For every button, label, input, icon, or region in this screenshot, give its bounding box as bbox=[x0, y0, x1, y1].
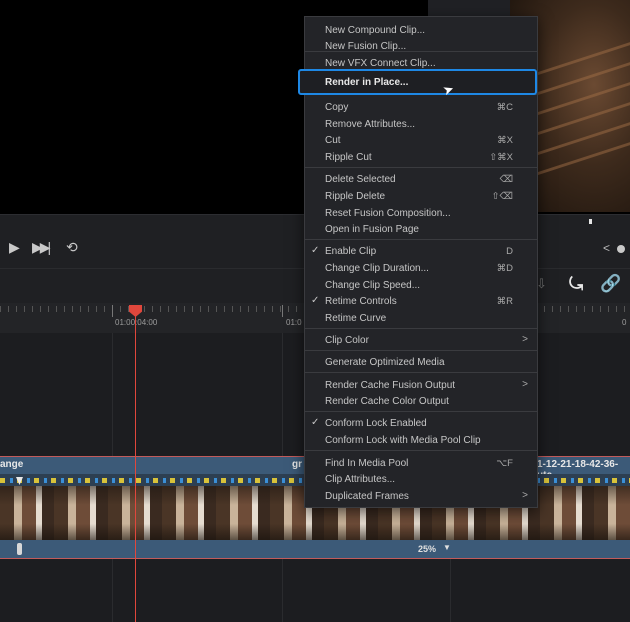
timecode-label: 0 bbox=[622, 318, 627, 327]
menu-separator bbox=[305, 51, 537, 52]
menu-item-render-cache-color-output[interactable]: Render Cache Color Output bbox=[305, 394, 537, 410]
menu-item-ripple-cut[interactable]: Ripple Cut ⇧⌘X bbox=[305, 150, 537, 166]
menu-item-label: Render Cache Color Output bbox=[325, 396, 449, 407]
speed-percent-label[interactable]: 25% bbox=[418, 544, 436, 554]
menu-item-find-in-media-pool[interactable]: Find In Media Pool ⌥F bbox=[305, 456, 537, 472]
menu-item-shortcut: ⌘X bbox=[497, 135, 513, 146]
menu-item-shortcut: ⌘C bbox=[496, 102, 513, 113]
menu-item-shortcut: D bbox=[506, 246, 513, 257]
menu-item-label: Clip Color bbox=[325, 335, 369, 346]
menu-item-label: Delete Selected bbox=[325, 174, 396, 185]
snapping-icon[interactable]: ⤿ bbox=[569, 274, 583, 294]
menu-item-label: Cut bbox=[325, 135, 341, 146]
menu-item-shortcut: ⌫ bbox=[499, 174, 513, 185]
menu-item-label: Conform Lock with Media Pool Clip bbox=[325, 435, 481, 446]
menu-item-label: Change Clip Speed... bbox=[325, 280, 421, 291]
menu-item-change-clip-duration[interactable]: Change Clip Duration... ⌘D bbox=[305, 261, 537, 277]
viewer-divider bbox=[428, 0, 511, 16]
menu-item-change-clip-speed[interactable]: Change Clip Speed... bbox=[305, 278, 537, 294]
jog-dot-icon[interactable] bbox=[617, 245, 625, 253]
menu-item-label: Generate Optimized Media bbox=[325, 357, 445, 368]
menu-separator bbox=[305, 372, 537, 373]
menu-item-label: Copy bbox=[325, 102, 349, 113]
checkmark-icon: ✓ bbox=[311, 417, 320, 428]
retime-speed-bar[interactable] bbox=[0, 540, 630, 559]
menu-item-label: Remove Attributes... bbox=[325, 119, 416, 130]
checkmark-icon: ✓ bbox=[311, 295, 320, 306]
clip-name: gr bbox=[292, 459, 302, 470]
ruler-tick bbox=[282, 305, 283, 317]
menu-item-shortcut: ⇧⌫ bbox=[491, 191, 513, 202]
menu-separator bbox=[305, 328, 537, 329]
timecode-label: 01:00:04:00 bbox=[115, 318, 158, 327]
menu-item-copy[interactable]: Copy ⌘C bbox=[305, 100, 537, 116]
menu-item-retime-controls[interactable]: ✓ Retime Controls ⌘R bbox=[305, 294, 537, 310]
menu-item-generate-optimized-media[interactable]: Generate Optimized Media bbox=[305, 355, 537, 371]
menu-item-cut[interactable]: Cut ⌘X bbox=[305, 133, 537, 149]
menu-item-open-in-fusion-page[interactable]: Open in Fusion Page bbox=[305, 222, 537, 238]
checkmark-icon: ✓ bbox=[311, 245, 320, 256]
menu-item-retime-curve[interactable]: Retime Curve bbox=[305, 311, 537, 327]
menu-item-render-cache-fusion-output[interactable]: Render Cache Fusion Output > bbox=[305, 378, 537, 394]
menu-separator bbox=[305, 411, 537, 412]
menu-item-label: Enable Clip bbox=[325, 246, 377, 257]
chevron-left-icon[interactable]: < bbox=[603, 241, 610, 255]
menu-item-label: New VFX Connect Clip... bbox=[325, 58, 436, 69]
menu-separator bbox=[305, 239, 537, 240]
menu-item-shortcut: ⇧⌘X bbox=[489, 152, 513, 163]
menu-item-reset-fusion-composition[interactable]: Reset Fusion Composition... bbox=[305, 206, 537, 222]
menu-item-remove-attributes[interactable]: Remove Attributes... bbox=[305, 117, 537, 133]
menu-item-shortcut: ⌥F bbox=[496, 458, 513, 469]
menu-item-label: Duplicated Frames bbox=[325, 491, 409, 502]
menu-item-clip-attributes[interactable]: Clip Attributes... bbox=[305, 472, 537, 488]
loop-icon[interactable]: ⟲ bbox=[66, 240, 78, 254]
menu-item-label: Open in Fusion Page bbox=[325, 224, 419, 235]
menu-item-duplicated-frames[interactable]: Duplicated Frames > bbox=[305, 489, 537, 505]
menu-item-render-in-place[interactable]: Render in Place... bbox=[325, 77, 408, 88]
menu-separator bbox=[305, 350, 537, 351]
playhead-line[interactable] bbox=[135, 310, 136, 622]
menu-item-label: Conform Lock Enabled bbox=[325, 418, 427, 429]
menu-item-label: Ripple Delete bbox=[325, 191, 386, 202]
menu-item-new-compound-clip[interactable]: New Compound Clip... bbox=[305, 23, 537, 39]
menu-item-label: New Compound Clip... bbox=[325, 25, 426, 36]
chevron-right-icon: > bbox=[522, 334, 528, 345]
retime-handle[interactable] bbox=[17, 543, 22, 555]
menu-item-shortcut: ⌘D bbox=[496, 263, 513, 274]
menu-item-label: Change Clip Duration... bbox=[325, 263, 429, 274]
menu-item-label: Retime Curve bbox=[325, 313, 387, 324]
link-icon[interactable]: 🔗 bbox=[600, 274, 621, 294]
chevron-down-icon[interactable]: ▼ bbox=[443, 543, 451, 552]
menu-item-label: Reset Fusion Composition... bbox=[325, 208, 451, 219]
timecode-label: 01:0 bbox=[286, 318, 302, 327]
menu-item-label: Render Cache Fusion Output bbox=[325, 380, 456, 391]
next-clip-icon[interactable]: ▶▶| bbox=[32, 240, 51, 254]
menu-item-new-fusion-clip[interactable]: New Fusion Clip... bbox=[305, 39, 537, 55]
menu-item-ripple-delete[interactable]: Ripple Delete ⇧⌫ bbox=[305, 189, 537, 205]
menu-item-label: Retime Controls bbox=[325, 296, 397, 307]
menu-item-label: Ripple Cut bbox=[325, 152, 372, 163]
play-icon[interactable]: ▶ bbox=[9, 240, 20, 254]
menu-item-conform-lock-with-media-pool-clip[interactable]: Conform Lock with Media Pool Clip bbox=[305, 433, 537, 449]
menu-separator bbox=[305, 167, 537, 168]
chevron-right-icon: > bbox=[522, 490, 528, 501]
chevron-right-icon: > bbox=[522, 379, 528, 390]
menu-separator bbox=[305, 450, 537, 451]
menu-item-delete-selected[interactable]: Delete Selected ⌫ bbox=[305, 172, 537, 188]
clip-name: ange bbox=[0, 459, 24, 470]
menu-item-enable-clip[interactable]: ✓ Enable Clip D bbox=[305, 244, 537, 260]
menu-item-label: Find In Media Pool bbox=[325, 458, 409, 469]
menu-item-shortcut: ⌘R bbox=[496, 296, 513, 307]
ruler-tick bbox=[112, 305, 113, 317]
menu-item-label: Clip Attributes... bbox=[325, 474, 396, 485]
menu-item-conform-lock-enabled[interactable]: ✓ Conform Lock Enabled bbox=[305, 416, 537, 432]
menu-item-clip-color[interactable]: Clip Color > bbox=[305, 333, 537, 349]
